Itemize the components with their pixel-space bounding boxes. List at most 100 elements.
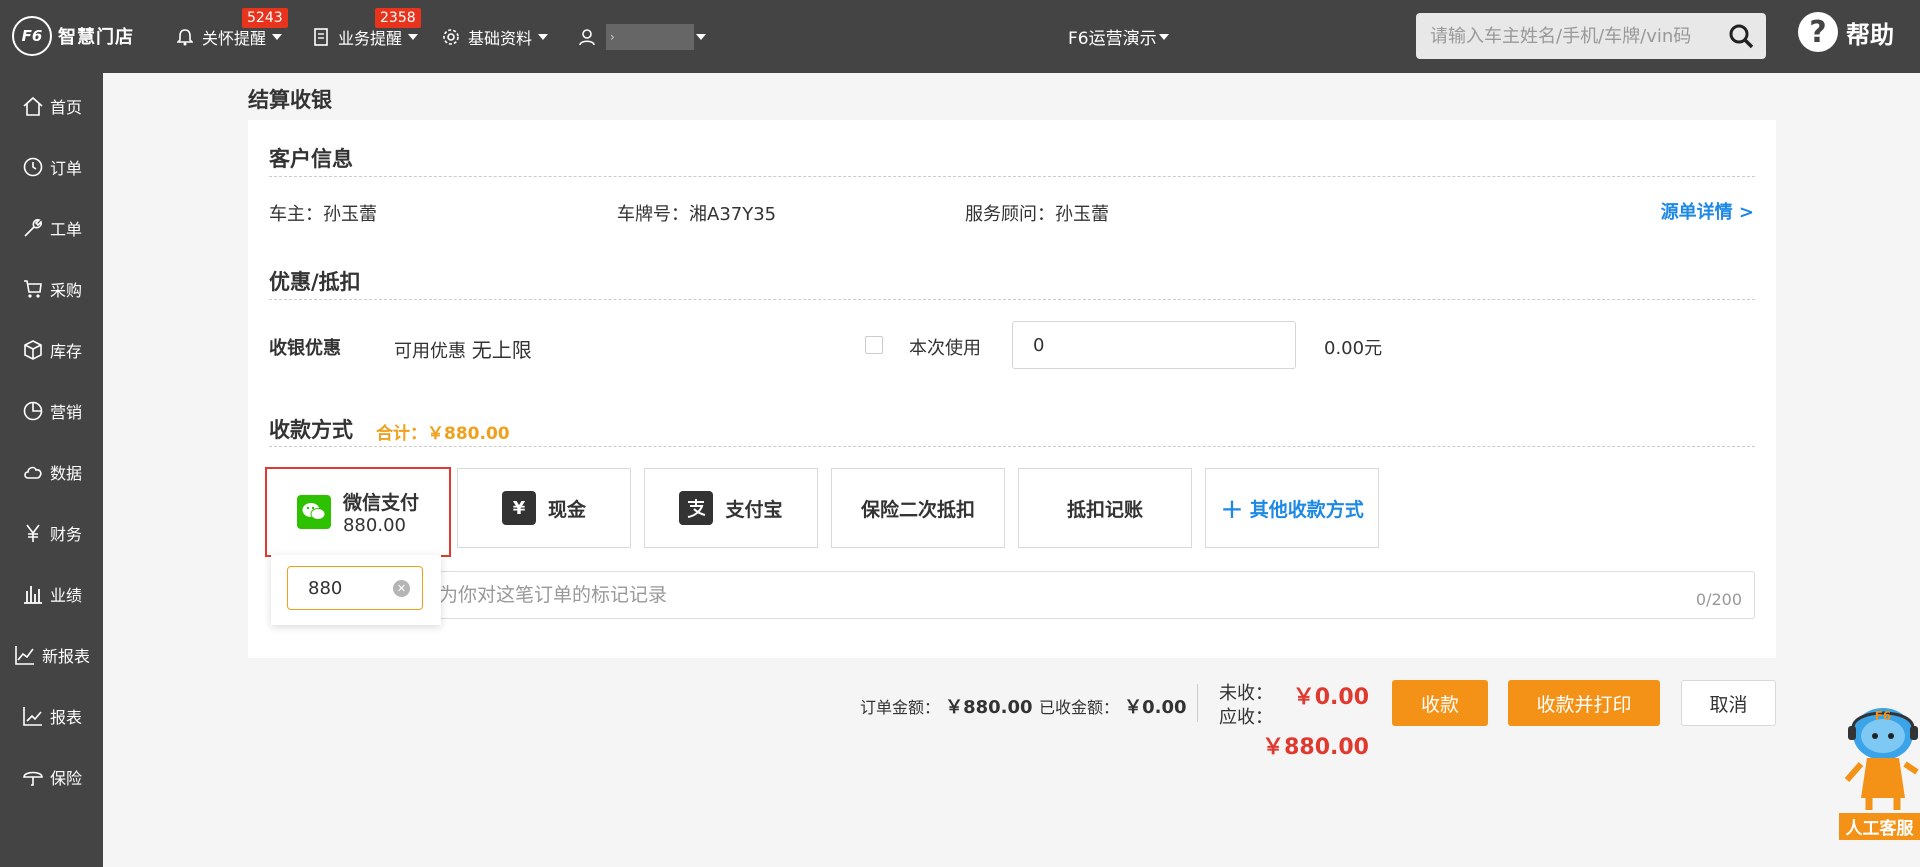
sidebar: 首页 订单 工单 采购 库存 营销 数据 财务 业绩 新报表 报表 保险 <box>0 73 103 867</box>
sidebar-item-home[interactable]: 首页 <box>0 86 103 126</box>
section-title-discount: 优惠/抵扣 <box>269 270 361 294</box>
box-icon <box>20 337 46 363</box>
sidebar-item-inventory[interactable]: 库存 <box>0 330 103 370</box>
received-amount-value: ￥0.00 <box>1124 697 1187 718</box>
store-name: F6运营演示 <box>1068 29 1157 49</box>
divider <box>269 299 1755 300</box>
due-value: ￥880.00 <box>1262 735 1369 760</box>
remark-counter: 0/200 <box>1695 590 1742 609</box>
count-badge: 2358 <box>375 8 421 28</box>
sidebar-item-label: 首页 <box>50 98 83 117</box>
collect-and-print-button[interactable]: 收款并打印 <box>1508 680 1660 726</box>
sidebar-item-reports[interactable]: 报表 <box>0 696 103 736</box>
sidebar-item-label: 库存 <box>50 342 83 361</box>
sidebar-item-insurance[interactable]: 保险 <box>0 757 103 797</box>
nav-basic-data[interactable]: 基础资料 <box>442 22 549 52</box>
line-chart-icon <box>12 642 38 668</box>
collect-button[interactable]: 收款 <box>1392 680 1488 726</box>
pay-method-label: 其他收款方式 <box>1249 498 1364 521</box>
discount-label: 收银优惠 <box>269 338 341 359</box>
cart-icon <box>20 276 46 302</box>
nav-care-reminder[interactable]: 关怀提醒 5243 <box>176 8 288 52</box>
yen-icon <box>20 520 46 546</box>
cancel-button[interactable]: 取消 <box>1681 680 1776 726</box>
due-label: 应收： <box>1219 707 1273 728</box>
chevron-down-icon <box>408 34 419 40</box>
remark-field: 0/200 <box>420 571 1755 619</box>
order-amount-label: 订单金额： <box>860 698 941 717</box>
pay-method-text: 微信支付 880.00 <box>343 488 419 536</box>
sidebar-item-orders[interactable]: 订单 <box>0 147 103 187</box>
sidebar-item-purchase[interactable]: 采购 <box>0 269 103 309</box>
global-search <box>1416 13 1766 59</box>
pay-method-insurance-deduction[interactable]: 保险二次抵扣 <box>831 468 1005 548</box>
source-detail-link[interactable]: 源单详情 > <box>1661 198 1754 224</box>
document-icon <box>312 28 330 46</box>
help-button[interactable]: ? 帮助 <box>1798 12 1894 52</box>
bar-chart-icon <box>20 581 46 607</box>
pie-icon <box>20 398 46 424</box>
gear-icon <box>442 28 460 46</box>
available-value: 无上限 <box>471 338 532 362</box>
top-bar: F6 智慧门店 关怀提醒 5243 业务提醒 2358 基础资料 › F6运营演… <box>0 0 1920 73</box>
pay-method-label: 抵扣记账 <box>1066 498 1143 521</box>
sidebar-item-label: 工单 <box>50 220 83 239</box>
plate-number: 车牌号：湘A37Y35 <box>617 204 777 225</box>
owner-name: 车主：孙玉蕾 <box>269 204 377 225</box>
plus-icon: + <box>1220 491 1244 525</box>
pay-method-deduction-account[interactable]: 抵扣记账 <box>1018 468 1192 548</box>
sidebar-item-new-reports[interactable]: 新报表 <box>0 635 103 675</box>
nav-business-reminder[interactable]: 业务提醒 2358 <box>312 8 421 52</box>
available-discount: 可用优惠 无上限 <box>394 334 532 363</box>
nav-label: 关怀提醒 <box>202 29 267 48</box>
store-switcher[interactable]: F6运营演示 <box>1068 24 1169 49</box>
robot-mascot-icon: F6 <box>1844 708 1919 810</box>
checkout-card: 客户信息 车主：孙玉蕾 车牌号：湘A37Y35 服务顾问：孙玉蕾 源单详情 > … <box>248 120 1776 658</box>
sidebar-item-performance[interactable]: 业绩 <box>0 574 103 614</box>
customer-service-label[interactable]: 人工客服 <box>1839 813 1920 840</box>
received-amount: 已收金额： ￥0.00 <box>1039 693 1187 719</box>
yen-icon: ¥ <box>501 491 536 525</box>
clear-icon[interactable]: ✕ <box>393 580 410 597</box>
user-icon <box>578 28 596 46</box>
sidebar-item-finance[interactable]: 财务 <box>0 513 103 553</box>
pay-method-amount: 880.00 <box>342 515 406 536</box>
help-icon: ? <box>1798 12 1838 52</box>
trend-icon <box>20 703 46 729</box>
logo[interactable]: F6 智慧门店 <box>12 16 134 56</box>
chevron-down-icon <box>696 34 706 40</box>
pay-method-cash[interactable]: ¥ 现金 <box>457 468 631 548</box>
sidebar-item-label: 财务 <box>50 525 83 544</box>
user-menu[interactable]: › <box>578 22 706 52</box>
divider <box>269 176 1755 177</box>
use-discount-checkbox[interactable] <box>865 336 883 354</box>
payment-amount-input[interactable] <box>288 567 388 609</box>
sidebar-item-marketing[interactable]: 营销 <box>0 391 103 431</box>
search-icon[interactable] <box>1728 23 1754 49</box>
pay-method-wechat[interactable]: 微信支付 880.00 <box>265 467 451 557</box>
sidebar-item-label: 报表 <box>50 708 83 727</box>
search-input[interactable] <box>1416 14 1716 58</box>
wrench-icon <box>20 215 46 241</box>
order-amount: 订单金额： ￥880.00 <box>860 693 1033 719</box>
divider <box>269 446 1755 447</box>
count-badge: 5243 <box>242 8 288 28</box>
sidebar-item-label: 数据 <box>50 464 83 483</box>
service-advisor: 服务顾问：孙玉蕾 <box>965 204 1109 225</box>
cloud-icon <box>20 459 46 485</box>
umbrella-icon <box>20 764 46 790</box>
pay-method-alipay[interactable]: 支付宝 <box>644 468 818 548</box>
discount-amount-input[interactable] <box>1012 321 1296 369</box>
order-amount-value: ￥880.00 <box>945 697 1033 718</box>
section-title-payment: 收款方式 <box>269 418 353 442</box>
discount-amount: 0.00元 <box>1324 338 1383 359</box>
payment-total: 合计：￥880.00 <box>376 424 510 444</box>
logo-mark: F6 <box>12 16 52 56</box>
sidebar-item-data[interactable]: 数据 <box>0 452 103 492</box>
sidebar-item-label: 采购 <box>50 281 83 300</box>
remark-input[interactable] <box>421 572 1621 618</box>
pay-method-other[interactable]: + 其他收款方式 <box>1205 468 1379 548</box>
user-name: › <box>606 24 694 50</box>
sidebar-item-workorder[interactable]: 工单 <box>0 208 103 248</box>
nav-label: 业务提醒 <box>338 29 403 48</box>
